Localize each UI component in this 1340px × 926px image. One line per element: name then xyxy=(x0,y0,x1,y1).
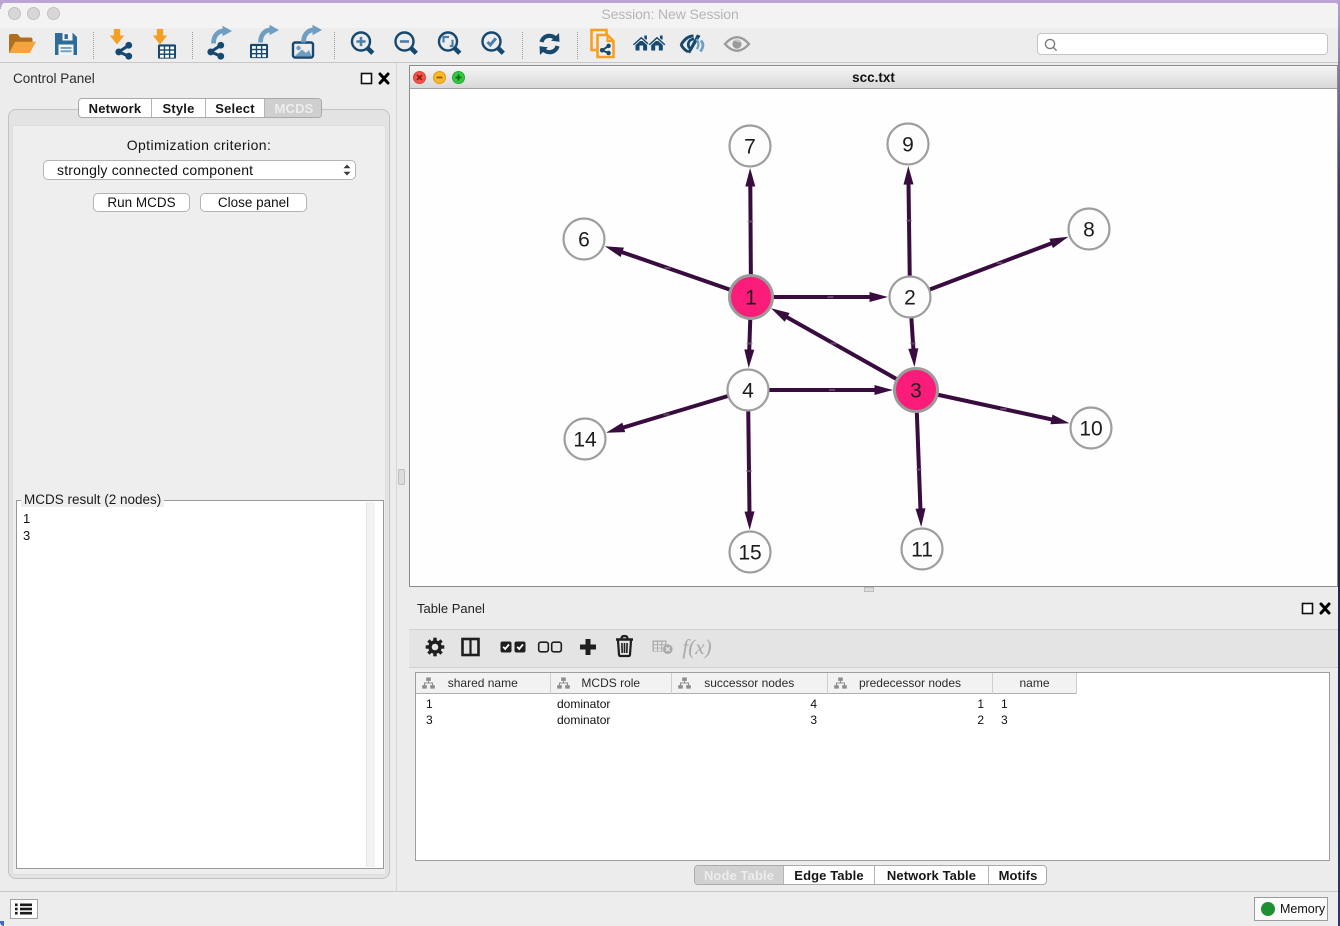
svg-text:f(x): f(x) xyxy=(682,635,711,659)
